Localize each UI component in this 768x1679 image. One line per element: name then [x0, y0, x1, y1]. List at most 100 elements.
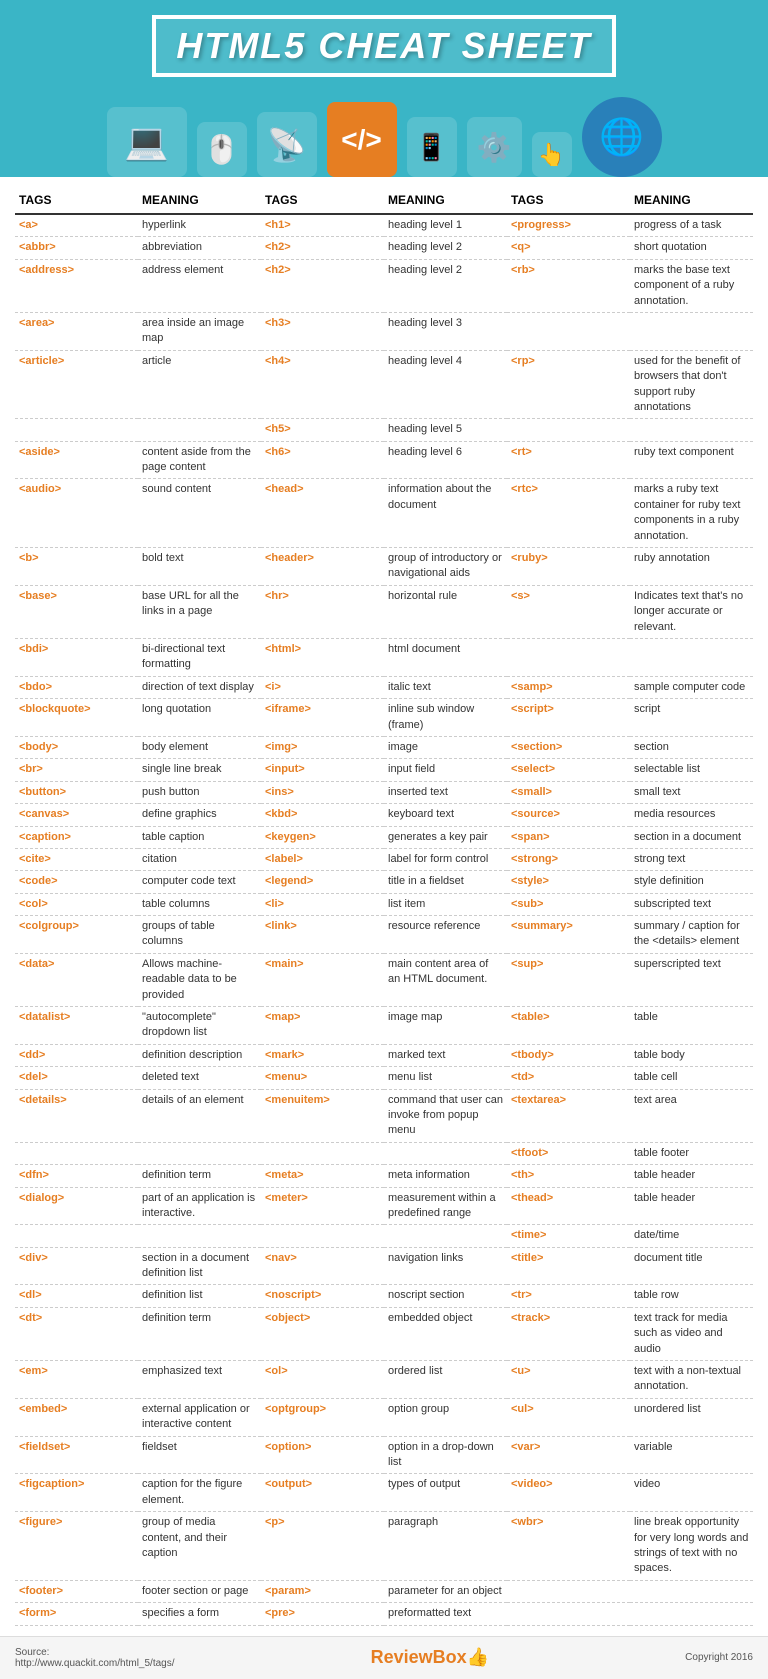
gear-icon: ⚙️ [467, 117, 522, 177]
table-row-21-col-0: <colgroup> [15, 916, 138, 954]
table-row-10-col-5 [630, 639, 753, 677]
table-row-24-col-2: <mark> [261, 1045, 384, 1067]
table-row-9-col-1: base URL for all the links in a page [138, 586, 261, 639]
table-row-31-col-1: section in a document definition list [138, 1248, 261, 1286]
page-title: HTML5 CHEAT SHEET [152, 15, 615, 77]
table-row-5-col-4 [507, 419, 630, 441]
table-row-22-col-3: main content area of an HTML document. [384, 954, 507, 1007]
table-row-17-col-0: <caption> [15, 827, 138, 849]
table-row-27-col-2 [261, 1143, 384, 1165]
table-row-13-col-5: section [630, 737, 753, 759]
table-row-23-col-5: table [630, 1007, 753, 1045]
footer: Source: http://www.quackit.com/html_5/ta… [0, 1636, 768, 1679]
table-row-15-col-2: <ins> [261, 782, 384, 804]
table-row-38-col-1: group of media content, and their captio… [138, 1512, 261, 1581]
table-row-32-col-1: definition list [138, 1285, 261, 1307]
table-row-9-col-4: <s> [507, 586, 630, 639]
table-row-18-col-5: strong text [630, 849, 753, 871]
table-row-8-col-4: <ruby> [507, 548, 630, 586]
table-row-15-col-4: <small> [507, 782, 630, 804]
table-row-28-col-4: <th> [507, 1165, 630, 1187]
table-row-5-col-1 [138, 419, 261, 441]
table-row-15-col-0: <button> [15, 782, 138, 804]
table-row-18-col-2: <label> [261, 849, 384, 871]
table-row-24-col-3: marked text [384, 1045, 507, 1067]
table-row-29-col-2: <meter> [261, 1188, 384, 1226]
table-row-0-col-3: heading level 1 [384, 215, 507, 237]
table-row-37-col-4: <video> [507, 1474, 630, 1512]
source-url: http://www.quackit.com/html_5/tags/ [15, 1658, 175, 1669]
table-row-30-col-1 [138, 1225, 261, 1247]
table-row-19-col-1: computer code text [138, 871, 261, 893]
table-row-9-col-3: horizontal rule [384, 586, 507, 639]
table-row-3-col-1: area inside an image map [138, 313, 261, 351]
table-row-16-col-5: media resources [630, 804, 753, 826]
table-row-31-col-4: <title> [507, 1248, 630, 1286]
table-row-38-col-4: <wbr> [507, 1512, 630, 1581]
table-row-20-col-5: subscripted text [630, 894, 753, 916]
table-row-4-col-1: article [138, 351, 261, 420]
table-row-17-col-1: table caption [138, 827, 261, 849]
footer-source: Source: http://www.quackit.com/html_5/ta… [15, 1647, 175, 1669]
table-row-32-col-0: <dl> [15, 1285, 138, 1307]
table-row-35-col-3: option group [384, 1399, 507, 1437]
table-row-22-col-2: <main> [261, 954, 384, 1007]
table-row-27-col-0 [15, 1143, 138, 1165]
main-content: TAGS MEANING TAGS MEANING TAGS MEANING <… [0, 177, 768, 1636]
table-row-23-col-0: <datalist> [15, 1007, 138, 1045]
table-row-9-col-2: <hr> [261, 586, 384, 639]
table-row-39-col-1: footer section or page [138, 1581, 261, 1603]
table-row-34-col-2: <ol> [261, 1361, 384, 1399]
table-row-3-col-5 [630, 313, 753, 351]
table-row-17-col-2: <keygen> [261, 827, 384, 849]
table-row-8-col-1: bold text [138, 548, 261, 586]
table-row-27-col-4: <tfoot> [507, 1143, 630, 1165]
laptop-icon: 💻 [107, 107, 187, 177]
table-row-6-col-5: ruby text component [630, 442, 753, 480]
table-row-27-col-5: table footer [630, 1143, 753, 1165]
table-row-21-col-1: groups of table columns [138, 916, 261, 954]
table-row-28-col-5: table header [630, 1165, 753, 1187]
table-row-24-col-0: <dd> [15, 1045, 138, 1067]
copyright: Copyright 2016 [685, 1652, 753, 1663]
table-row-0-col-2: <h1> [261, 215, 384, 237]
table-row-2-col-3: heading level 2 [384, 260, 507, 313]
cheat-sheet-table: TAGS MEANING TAGS MEANING TAGS MEANING [15, 187, 753, 215]
table-row-8-col-0: <b> [15, 548, 138, 586]
col-header-meaning-2: MEANING [384, 187, 507, 215]
table-row-4-col-4: <rp> [507, 351, 630, 420]
table-row-13-col-0: <body> [15, 737, 138, 759]
table-row-6-col-2: <h6> [261, 442, 384, 480]
mouse-icon: 🖱️ [197, 122, 247, 177]
table-row-7-col-0: <audio> [15, 479, 138, 548]
table-row-7-col-3: information about the document [384, 479, 507, 548]
table-row-10-col-0: <bdi> [15, 639, 138, 677]
table-row-12-col-4: <script> [507, 699, 630, 737]
table-row-29-col-1: part of an application is interactive. [138, 1188, 261, 1226]
table-row-37-col-2: <output> [261, 1474, 384, 1512]
table-row-20-col-4: <sub> [507, 894, 630, 916]
table-row-28-col-1: definition term [138, 1165, 261, 1187]
table-row-7-col-4: <rtc> [507, 479, 630, 548]
table-row-12-col-2: <iframe> [261, 699, 384, 737]
table-row-14-col-5: selectable list [630, 759, 753, 781]
table-row-0-col-5: progress of a task [630, 215, 753, 237]
table-row-26-col-4: <textarea> [507, 1090, 630, 1143]
table-row-11-col-1: direction of text display [138, 677, 261, 699]
table-row-4-col-2: <h4> [261, 351, 384, 420]
table-row-31-col-2: <nav> [261, 1248, 384, 1286]
table-row-39-col-4 [507, 1581, 630, 1603]
table-row-32-col-3: noscript section [384, 1285, 507, 1307]
table-row-34-col-1: emphasized text [138, 1361, 261, 1399]
table-row-1-col-2: <h2> [261, 237, 384, 259]
table-row-6-col-3: heading level 6 [384, 442, 507, 480]
table-row-33-col-5: text track for media such as video and a… [630, 1308, 753, 1361]
table-row-20-col-3: list item [384, 894, 507, 916]
table-row-19-col-2: <legend> [261, 871, 384, 893]
table-row-2-col-1: address element [138, 260, 261, 313]
table-row-32-col-4: <tr> [507, 1285, 630, 1307]
table-row-13-col-4: <section> [507, 737, 630, 759]
table-row-8-col-5: ruby annotation [630, 548, 753, 586]
table-row-15-col-1: push button [138, 782, 261, 804]
table-row-40-col-4 [507, 1603, 630, 1625]
